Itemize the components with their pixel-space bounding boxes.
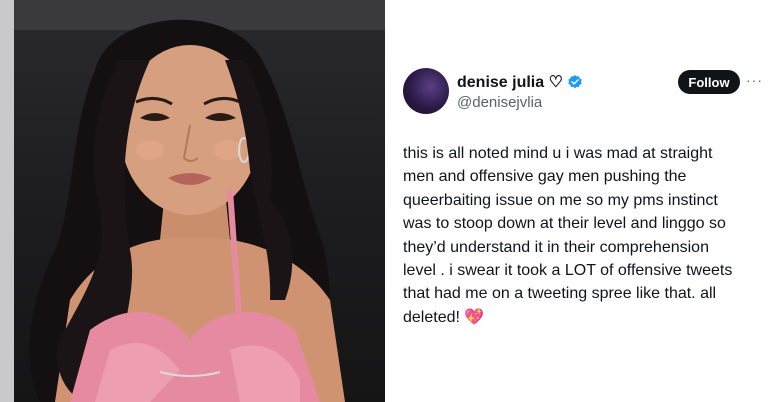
- tweet-text: this is all noted mind u i was mad at st…: [403, 145, 733, 326]
- display-name[interactable]: denise julia ♡: [457, 72, 563, 92]
- verified-badge-icon: [568, 75, 582, 89]
- tweet-author-row[interactable]: denise julia ♡: [457, 72, 583, 92]
- user-handle[interactable]: @denisejvlia: [457, 94, 542, 111]
- tweet-card: denise julia ♡ @denisejvlia Follow ··· t…: [385, 0, 768, 402]
- portrait-illustration: [29, 19, 345, 402]
- follow-button[interactable]: Follow: [678, 70, 740, 94]
- avatar[interactable]: [403, 68, 449, 114]
- more-options-icon[interactable]: ···: [746, 72, 763, 88]
- portrait-photo: [0, 0, 385, 402]
